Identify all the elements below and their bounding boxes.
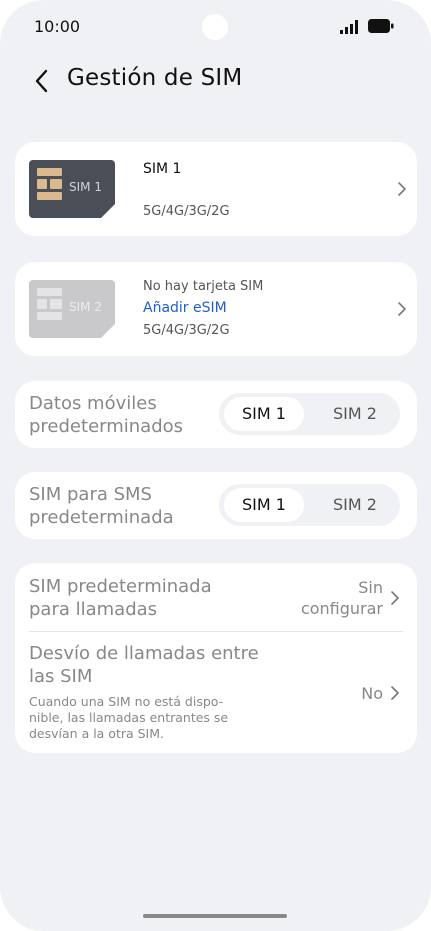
sim2-networks: 5G/4G/3G/2G [143,323,230,338]
sms-sim1-option[interactable]: SIM 1 [224,488,304,522]
battery-icon [368,19,394,33]
mobile-data-sim2-option[interactable]: SIM 2 [315,397,395,431]
chevron-right-icon [398,302,406,316]
add-esim-link[interactable]: Añadir eSIM [143,300,227,316]
mobile-data-sim-selector: SIM 1 SIM 2 [219,393,400,435]
back-arrow-icon[interactable] [32,68,52,94]
home-indicator[interactable] [143,914,287,918]
mobile-data-sim1-option[interactable]: SIM 1 [224,397,304,431]
default-call-sim-value: Sin configurar [300,578,383,618]
sim2-status: No hay tarjeta SIM [143,279,264,294]
page-title: Gestión de SIM [67,65,243,91]
phone-screen: 10:00 Gestión de SIM SIM 1 SIM 1 5G/4G/3… [0,0,431,931]
sim1-card-icon: SIM 1 [29,160,115,218]
chevron-right-icon [391,591,399,605]
sim1-card[interactable]: SIM 1 SIM 1 5G/4G/3G/2G [15,142,417,236]
call-forwarding-description: Cuando una SIM no está dispo- nible, las… [29,694,229,741]
default-call-sim-title: SIM predeterminada para llamadas [29,576,212,620]
call-forwarding-value: No [361,684,383,703]
status-time: 10:00 [34,17,81,36]
default-call-sim-row[interactable]: SIM predeterminada para llamadas Sin con… [15,563,417,631]
signal-icon [340,20,358,34]
status-bar: 10:00 [0,0,431,56]
sms-label: SIM para SMS predeterminada [29,484,174,528]
sms-card: SIM para SMS predeterminada SIM 1 SIM 2 [15,472,417,539]
sms-sim2-option[interactable]: SIM 2 [315,488,395,522]
title-bar: Gestión de SIM [0,58,431,104]
sim1-name: SIM 1 [143,161,182,177]
chevron-right-icon [391,686,399,700]
sim1-card-label: SIM 1 [69,180,102,194]
sim2-card[interactable]: SIM 2 No hay tarjeta SIM Añadir eSIM 5G/… [15,262,417,356]
mobile-data-label: Datos móviles predeterminados [29,393,184,437]
front-camera [202,14,228,40]
sim2-card-label: SIM 2 [69,300,102,314]
calls-card: SIM predeterminada para llamadas Sin con… [15,563,417,753]
chevron-right-icon [398,182,406,196]
call-forwarding-title: Desvío de llamadas entre las SIM [29,643,259,687]
call-forwarding-row[interactable]: Desvío de llamadas entre las SIM Cuando … [15,632,417,753]
sms-sim-selector: SIM 1 SIM 2 [219,484,400,526]
sim1-networks: 5G/4G/3G/2G [143,204,230,219]
mobile-data-card: Datos móviles predeterminados SIM 1 SIM … [15,381,417,448]
sim2-card-icon: SIM 2 [29,280,115,338]
